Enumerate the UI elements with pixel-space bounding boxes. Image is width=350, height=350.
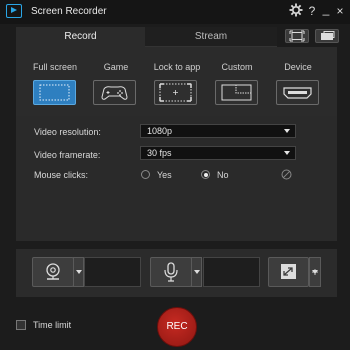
device-mode-button[interactable] bbox=[276, 80, 319, 105]
effects-icon bbox=[281, 264, 296, 279]
mode-label-full-screen: Full screen bbox=[32, 62, 77, 72]
close-icon[interactable]: × bbox=[333, 3, 347, 19]
mouse-clicks-yes-label: Yes bbox=[157, 170, 172, 180]
custom-region-icon bbox=[221, 84, 252, 101]
expanded-view-button[interactable] bbox=[285, 29, 309, 43]
webcam-dropdown-button[interactable] bbox=[73, 257, 84, 287]
screen-recorder-app-icon bbox=[6, 4, 22, 18]
webcam-button[interactable] bbox=[32, 257, 74, 287]
full-screen-icon bbox=[39, 84, 70, 101]
video-framerate-label: Video framerate: bbox=[34, 150, 101, 160]
microphone-button[interactable] bbox=[150, 257, 192, 287]
lock-to-app-mode-button[interactable] bbox=[154, 80, 197, 105]
mini-view-button[interactable] bbox=[315, 29, 339, 43]
add-plus-button[interactable]: + bbox=[309, 257, 321, 287]
video-resolution-select[interactable]: 1080p bbox=[140, 124, 296, 138]
webcam-icon bbox=[46, 263, 60, 280]
custom-mode-button[interactable] bbox=[215, 80, 258, 105]
mouse-clicks-yes-radio[interactable] bbox=[141, 170, 150, 179]
help-icon[interactable]: ? bbox=[305, 3, 319, 19]
record-button[interactable]: REC bbox=[157, 307, 197, 347]
window-title: Screen Recorder bbox=[31, 6, 107, 17]
time-limit-label: Time limit bbox=[33, 320, 72, 330]
video-resolution-value: 1080p bbox=[147, 126, 173, 136]
webcam-device-field bbox=[84, 257, 141, 287]
time-limit-checkbox[interactable] bbox=[16, 320, 26, 330]
microphone-device-field bbox=[203, 257, 260, 287]
lock-to-app-icon bbox=[159, 83, 192, 102]
mode-label-device: Device bbox=[284, 62, 312, 72]
add-effect-button[interactable] bbox=[268, 257, 309, 287]
video-framerate-select[interactable]: 30 fps bbox=[140, 146, 296, 160]
game-mode-button[interactable] bbox=[93, 80, 136, 105]
gear-icon[interactable] bbox=[289, 3, 303, 17]
video-resolution-label: Video resolution: bbox=[34, 127, 101, 137]
full-screen-mode-button[interactable] bbox=[33, 80, 76, 105]
microphone-icon bbox=[164, 262, 178, 282]
mode-label-custom: Custom bbox=[221, 62, 253, 72]
gamepad-icon bbox=[101, 86, 128, 100]
mode-label-game: Game bbox=[103, 62, 129, 72]
mouse-clicks-no-label: No bbox=[217, 170, 229, 180]
tab-record[interactable]: Record bbox=[16, 27, 145, 47]
mouse-clicks-no-radio[interactable] bbox=[201, 170, 210, 179]
plus-icon: + bbox=[311, 265, 319, 279]
disabled-icon bbox=[281, 169, 292, 180]
video-framerate-value: 30 fps bbox=[147, 148, 172, 158]
chevron-down-icon bbox=[284, 129, 290, 133]
tab-stream[interactable]: Stream bbox=[145, 27, 277, 47]
chevron-down-icon bbox=[284, 151, 290, 155]
microphone-dropdown-button[interactable] bbox=[191, 257, 202, 287]
minimize-icon[interactable]: _ bbox=[319, 1, 333, 17]
mouse-clicks-label: Mouse clicks: bbox=[34, 170, 89, 180]
hdmi-icon bbox=[283, 87, 312, 99]
